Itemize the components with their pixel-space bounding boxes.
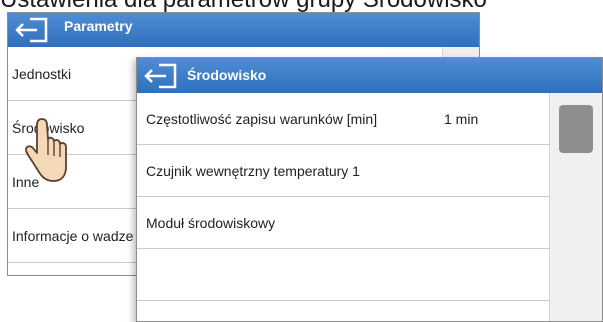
- back-button[interactable]: [14, 17, 52, 43]
- srodowisko-window: Środowisko Częstotliwość zapisu warunków…: [136, 57, 603, 322]
- setting-row-czestotliwosc[interactable]: Częstotliwość zapisu warunków [min] 1 mi…: [137, 93, 550, 145]
- srodowisko-list: Częstotliwość zapisu warunków [min] 1 mi…: [137, 93, 550, 301]
- setting-row-empty: [137, 249, 550, 301]
- setting-label: Częstotliwość zapisu warunków [min]: [146, 111, 378, 127]
- setting-row-modul[interactable]: Moduł środowiskowy: [137, 197, 550, 249]
- setting-label: Czujnik wewnętrzny temperatury 1: [146, 163, 360, 179]
- window-title: Parametry: [64, 18, 133, 34]
- scrollbar-thumb[interactable]: [559, 105, 593, 153]
- setting-value: 1 min: [444, 111, 479, 127]
- back-arrow-icon: [144, 63, 177, 89]
- back-arrow-icon: [15, 17, 48, 43]
- setting-label: Moduł środowiskowy: [146, 215, 276, 231]
- scrollbar[interactable]: [549, 93, 602, 321]
- hand-pointer-icon: [25, 118, 67, 182]
- parametry-titlebar: Parametry: [8, 13, 479, 47]
- srodowisko-titlebar: Środowisko: [137, 58, 602, 93]
- back-button[interactable]: [143, 63, 181, 89]
- setting-row-czujnik[interactable]: Czujnik wewnętrzny temperatury 1: [137, 145, 550, 197]
- page-caption: Ustawienia dla parametrów grupy Środowis…: [0, 0, 603, 12]
- window-title: Środowisko: [187, 67, 267, 83]
